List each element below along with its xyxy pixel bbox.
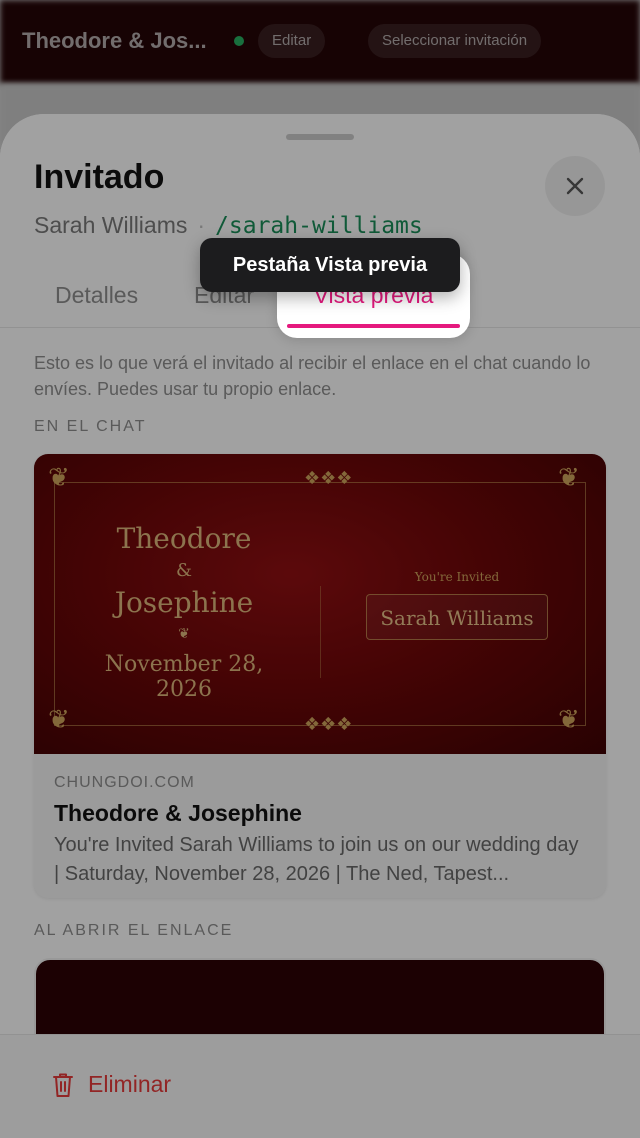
delete-button[interactable]: Eliminar [52,1071,171,1098]
separator-dot: · [197,212,206,238]
close-icon [566,177,584,195]
tooltip: Pestaña Vista previa [200,238,460,292]
corner-ornament-icon: ❦ [558,704,580,734]
divider-line [320,586,321,678]
guest-name-box: Sarah Williams [366,594,548,640]
corner-ornament-icon: ❦ [48,704,70,734]
trash-icon [53,1073,73,1097]
preview-description: Esto es lo que verá el invitado al recib… [34,353,591,399]
guest-subtitle: Sarah Williams · /sarah-williams [34,212,423,239]
couple-name-2: Josephine [114,586,254,619]
link-title: Theodore & Josephine [54,800,302,826]
corner-ornament-icon: ❦ [48,462,70,492]
sheet-title: Invitado [34,158,165,196]
sheet-footer: Eliminar [0,1034,640,1138]
couple-ampersand: & [175,560,193,581]
close-button[interactable] [545,156,605,216]
heart-ornament-icon: ❦ [178,626,190,642]
link-description: You're Invited Sarah Williams to join us… [54,834,579,885]
tab-details[interactable]: Detalles [55,282,138,309]
corner-ornament-icon: ❦ [558,462,580,492]
delete-label: Eliminar [88,1071,172,1097]
link-preview-card[interactable]: ❦ ❦ ❦ ❦ ❖❖❖ ❖❖❖ Theodore & Josephine ❦ N… [34,454,606,898]
invitation-image: ❦ ❦ ❦ ❦ ❖❖❖ ❖❖❖ Theodore & Josephine ❦ N… [34,454,606,754]
couple-name-1: Theodore [116,522,252,555]
top-ornament-icon: ❖❖❖ [304,468,353,488]
bottom-ornament-icon: ❖❖❖ [304,714,353,734]
guest-slug[interactable]: /sarah-williams [215,213,423,239]
link-domain: CHUNGDOI.COM [54,774,195,791]
guest-name: Sarah Williams [34,212,188,238]
invited-label: You're Invited [414,570,500,584]
section-label-open: AL ABRIR EL ENLACE [34,922,234,939]
link-meta: CHUNGDOI.COM Theodore & Josephine You're… [54,774,586,889]
sheet-grabber[interactable] [286,134,354,140]
active-tab-indicator [287,324,460,328]
section-label-chat: EN EL CHAT [34,418,147,435]
wedding-date: November 28, 2026 [104,652,264,702]
